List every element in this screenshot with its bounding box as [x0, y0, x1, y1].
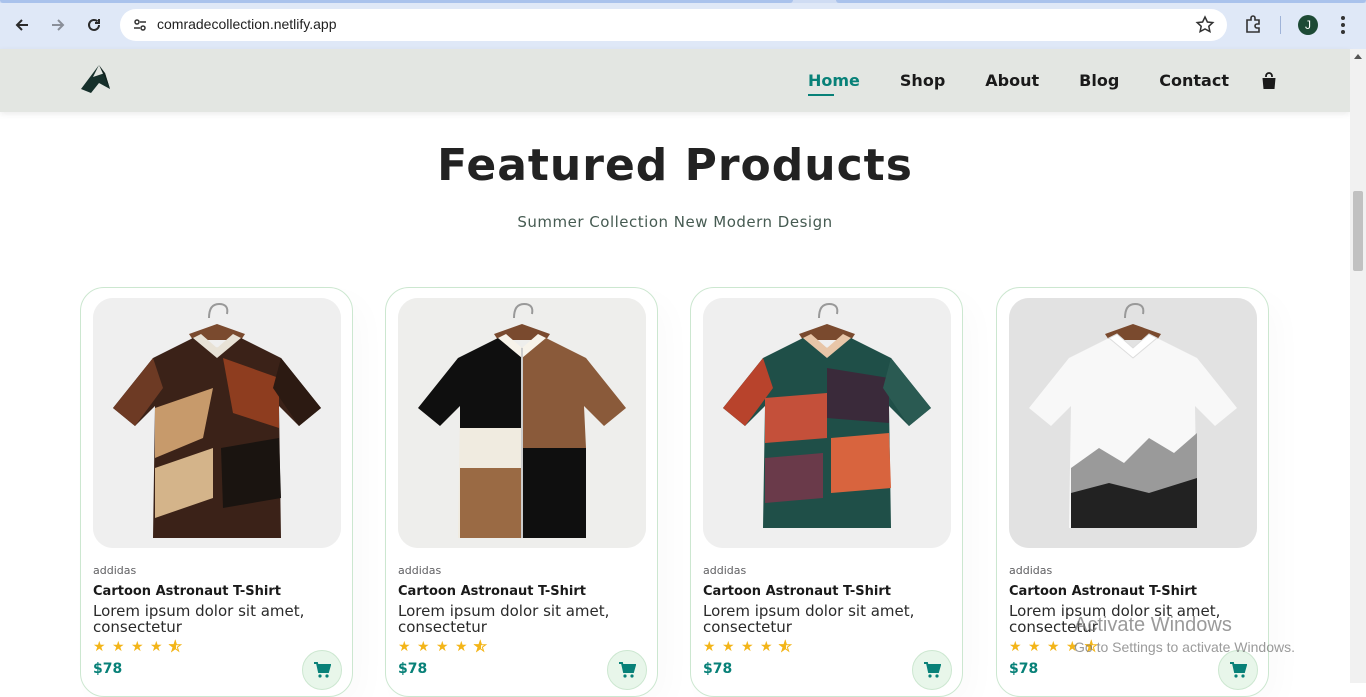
product-price: $78 — [1009, 661, 1039, 677]
cart-icon — [314, 662, 331, 678]
windows-activation-watermark: Activate Windows Go to Settings to activ… — [1074, 614, 1295, 655]
nav-contact-link[interactable]: Contact — [1159, 71, 1229, 90]
star-half-icon: ★ — [779, 639, 793, 655]
star-full-icon: ★ — [703, 639, 716, 655]
url-text[interactable]: comradecollection.netlify.app — [157, 16, 337, 32]
main-nav: Home Shop About Blog Contact — [808, 49, 1277, 112]
nav-home-link[interactable]: Home — [808, 71, 860, 96]
star-half-icon: ★ — [474, 639, 488, 655]
toolbar-divider — [1280, 16, 1281, 34]
nav-about-link[interactable]: About — [985, 71, 1039, 90]
star-full-icon: ★ — [1047, 639, 1060, 655]
shopping-bag-icon[interactable] — [1261, 71, 1277, 90]
site-header: Home Shop About Blog Contact — [0, 49, 1350, 112]
product-image[interactable] — [398, 298, 646, 548]
add-to-cart-button[interactable] — [912, 650, 952, 690]
bookmark-star-icon[interactable] — [1195, 15, 1215, 35]
product-brand: addidas — [398, 564, 442, 577]
product-name[interactable]: Cartoon Astronaut T-Shirt — [398, 584, 586, 599]
star-full-icon: ★ — [436, 639, 449, 655]
product-rating: ★ ★ ★ ★ ★ — [398, 639, 493, 655]
featured-title: Featured Products — [437, 140, 913, 191]
scroll-up-arrow-icon[interactable] — [1354, 54, 1362, 59]
star-full-icon: ★ — [417, 639, 430, 655]
star-full-icon: ★ — [1028, 639, 1041, 655]
arrow-right-icon — [52, 19, 65, 31]
product-brand: addidas — [93, 564, 137, 577]
extensions-puzzle-icon[interactable] — [1243, 13, 1265, 35]
address-bar[interactable]: comradecollection.netlify.app — [120, 9, 1227, 41]
watermark-title: Activate Windows — [1074, 614, 1232, 636]
profile-avatar[interactable]: J — [1298, 15, 1318, 35]
add-to-cart-button[interactable] — [302, 650, 342, 690]
product-brand: addidas — [703, 564, 747, 577]
product-price: $78 — [93, 661, 123, 677]
product-card[interactable]: addidas Cartoon Astronaut T-Shirt Lorem … — [385, 287, 658, 697]
product-name[interactable]: Cartoon Astronaut T-Shirt — [1009, 584, 1197, 599]
reload-button[interactable] — [82, 13, 106, 37]
add-to-cart-button[interactable] — [1218, 650, 1258, 690]
brand-logo[interactable] — [79, 63, 112, 95]
tab-strip — [0, 0, 1366, 3]
watermark-subtitle: Go to Settings to activate Windows. — [1074, 639, 1295, 655]
product-name[interactable]: Cartoon Astronaut T-Shirt — [93, 584, 281, 599]
star-full-icon: ★ — [398, 639, 411, 655]
product-brand: addidas — [1009, 564, 1053, 577]
star-full-icon: ★ — [150, 639, 163, 655]
product-rating: ★ ★ ★ ★ ★ — [703, 639, 798, 655]
product-card[interactable]: addidas Cartoon Astronaut T-Shirt Lorem … — [690, 287, 963, 697]
nav-blog-link[interactable]: Blog — [1079, 71, 1119, 90]
product-image[interactable] — [703, 298, 951, 548]
product-price: $78 — [398, 661, 428, 677]
scroll-thumb[interactable] — [1353, 191, 1363, 271]
product-name[interactable]: Cartoon Astronaut T-Shirt — [703, 584, 891, 599]
browser-toolbar: comradecollection.netlify.app J — [0, 0, 1366, 49]
product-image[interactable] — [1009, 298, 1257, 548]
browser-menu-button[interactable] — [1336, 14, 1350, 36]
product-price: $78 — [703, 661, 733, 677]
cart-icon — [1230, 662, 1247, 678]
reload-icon — [88, 18, 100, 31]
star-full-icon: ★ — [760, 639, 773, 655]
arrow-left-icon — [15, 19, 28, 31]
product-description: Lorem ipsum dolor sit amet, consectetur — [93, 602, 305, 636]
product-description: Lorem ipsum dolor sit amet, consectetur — [398, 602, 610, 636]
star-full-icon: ★ — [93, 639, 106, 655]
star-full-icon: ★ — [1009, 639, 1022, 655]
product-card[interactable]: addidas Cartoon Astronaut T-Shirt Lorem … — [80, 287, 353, 697]
star-full-icon: ★ — [455, 639, 468, 655]
product-image[interactable] — [93, 298, 341, 548]
star-half-icon: ★ — [169, 639, 183, 655]
nav-shop-link[interactable]: Shop — [900, 71, 945, 90]
star-full-icon: ★ — [722, 639, 735, 655]
tab-active[interactable] — [0, 0, 793, 3]
featured-subtitle: Summer Collection New Modern Design — [517, 213, 833, 231]
star-full-icon: ★ — [112, 639, 125, 655]
product-rating: ★ ★ ★ ★ ★ — [93, 639, 188, 655]
page-scrollbar[interactable] — [1350, 49, 1366, 683]
product-description: Lorem ipsum dolor sit amet, consectetur — [703, 602, 915, 636]
back-button[interactable] — [10, 13, 34, 37]
tab-other[interactable] — [836, 0, 1366, 3]
add-to-cart-button[interactable] — [607, 650, 647, 690]
site-settings-icon[interactable] — [128, 13, 152, 37]
cart-icon — [924, 662, 941, 678]
forward-button[interactable] — [46, 13, 70, 37]
star-full-icon: ★ — [131, 639, 144, 655]
cart-icon — [619, 662, 636, 678]
star-full-icon: ★ — [741, 639, 754, 655]
